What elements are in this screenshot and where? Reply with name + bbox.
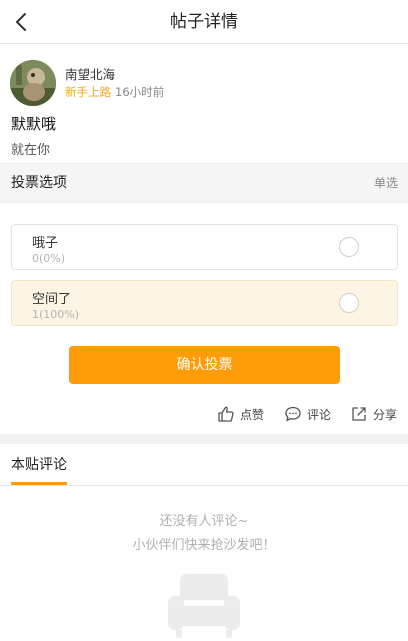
- vote-option-count: 1(100%): [32, 308, 80, 321]
- tab-comments[interactable]: 本贴评论: [11, 444, 67, 486]
- radio-button[interactable]: [339, 293, 359, 313]
- vote-option-count: 0(0%): [32, 252, 66, 265]
- post-detail-page: 帖子详情 南望北海 新手上路 16小时前 默默哦 就在你 投票选项 单选 哦子 0…: [0, 0, 408, 641]
- vote-option[interactable]: 空间了 1(100%): [11, 280, 398, 326]
- empty-comments-text: 还没有人评论~: [159, 514, 249, 529]
- avatar[interactable]: [10, 60, 56, 106]
- comment-label: 评论: [307, 407, 332, 422]
- top-bar: 帖子详情: [0, 0, 408, 44]
- confirm-vote-button[interactable]: 确认投票: [69, 346, 340, 384]
- post-actions: 点赞 评论 分享: [0, 400, 408, 430]
- sofa-icon: [168, 574, 240, 638]
- vote-section-header: 投票选项 单选: [0, 163, 408, 203]
- vote-option-label: 空间了: [32, 292, 72, 307]
- vote-section-title: 投票选项: [11, 175, 67, 191]
- share-icon: [352, 407, 366, 421]
- comment-icon: [285, 406, 301, 422]
- post-title: 默默哦: [11, 115, 57, 133]
- user-level-badge: 新手上路: [65, 85, 111, 99]
- like-button[interactable]: 点赞: [217, 403, 264, 425]
- share-button[interactable]: 分享: [350, 403, 397, 425]
- section-divider: [0, 434, 408, 444]
- author-name[interactable]: 南望北海: [65, 64, 115, 83]
- post-body: 就在你: [11, 143, 51, 158]
- post-time: 16小时前: [115, 85, 165, 99]
- radio-button[interactable]: [339, 237, 359, 257]
- chevron-left-icon: [16, 13, 26, 31]
- post-author: 南望北海 新手上路 16小时前: [10, 58, 390, 108]
- vote-option[interactable]: 哦子 0(0%): [11, 224, 398, 270]
- empty-comments-hint: 小伙伴们快来抢沙发吧！: [132, 538, 276, 553]
- vote-type-label: 单选: [373, 176, 398, 190]
- avatar-image: [10, 60, 56, 106]
- page-title: 帖子详情: [170, 12, 238, 32]
- tab-divider: [0, 485, 408, 486]
- vote-option-label: 哦子: [32, 236, 59, 251]
- like-label: 点赞: [240, 407, 265, 422]
- share-label: 分享: [373, 407, 398, 422]
- back-button[interactable]: [6, 6, 38, 38]
- author-meta: 新手上路 16小时前: [65, 84, 164, 100]
- comment-button[interactable]: 评论: [284, 403, 331, 425]
- thumbs-up-icon: [218, 406, 234, 422]
